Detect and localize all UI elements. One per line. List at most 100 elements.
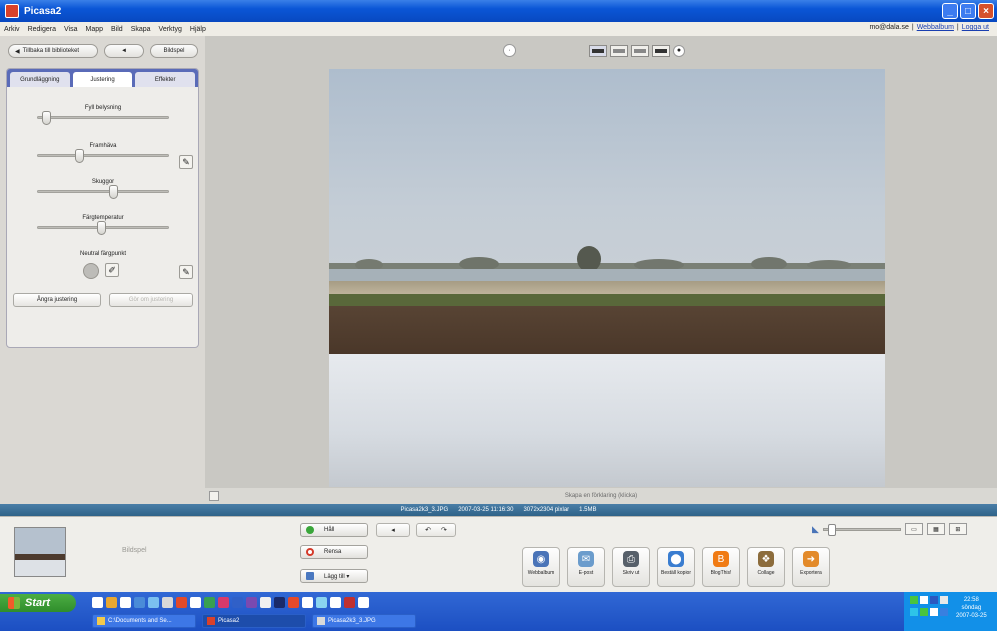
view-filmstrip-icon[interactable]: [652, 44, 670, 57]
export-icon: ➜: [803, 551, 819, 567]
redo-adjust-button[interactable]: Gör om justering: [109, 293, 193, 307]
menu-tools[interactable]: Verktyg: [155, 26, 186, 33]
ql-icon[interactable]: [274, 597, 285, 608]
back-arrow-icon: ◀: [15, 48, 20, 55]
caption-toggle-icon[interactable]: [209, 491, 219, 501]
menu-folder[interactable]: Mapp: [81, 26, 107, 33]
slider-thumb[interactable]: [109, 185, 118, 199]
ql-icon[interactable]: [120, 597, 131, 608]
ql-icon[interactable]: [134, 597, 145, 608]
ql-icon[interactable]: [92, 597, 103, 608]
next-circle-icon[interactable]: ●: [673, 44, 685, 57]
rotate-right-icon[interactable]: ↷: [441, 526, 447, 534]
ql-icon[interactable]: [190, 597, 201, 608]
web-albums-link[interactable]: Webbalbum: [917, 24, 954, 31]
start-button[interactable]: Start: [0, 594, 76, 612]
window-title: Picasa2: [24, 5, 62, 17]
action-button[interactable]: ◉ Webbalbum: [522, 547, 560, 587]
zoom-option-icon[interactable]: ⊞: [948, 523, 967, 535]
back-circle-icon[interactable]: ·: [503, 44, 516, 57]
hold-button[interactable]: Håll: [300, 523, 368, 537]
ql-icon[interactable]: [330, 597, 341, 608]
blogger-icon: B: [713, 551, 729, 567]
sign-out-link[interactable]: Logga ut: [962, 24, 989, 31]
clock[interactable]: 22:58 söndag 2007-03-25: [956, 596, 987, 620]
view-single-icon[interactable]: [589, 44, 607, 57]
action-button[interactable]: B BlogThis!: [702, 547, 740, 587]
action-button[interactable]: ✉ E-post: [567, 547, 605, 587]
ql-icon[interactable]: [176, 597, 187, 608]
view-compare-icon[interactable]: [610, 44, 628, 57]
rotate-left-icon[interactable]: ↶: [425, 526, 431, 534]
ql-icon[interactable]: [260, 597, 271, 608]
tray-icon[interactable]: [910, 608, 918, 616]
tab-tuning[interactable]: Justering: [72, 72, 133, 87]
menu-view[interactable]: Visa: [60, 26, 82, 33]
ql-icon[interactable]: [204, 597, 215, 608]
slider-thumb[interactable]: [75, 149, 84, 163]
email-icon: ✉: [578, 551, 594, 567]
photo[interactable]: [329, 69, 885, 487]
clear-button[interactable]: Rensa: [300, 545, 368, 559]
slider-thumb[interactable]: [97, 221, 106, 235]
ql-icon[interactable]: [316, 597, 327, 608]
rotate-back-button[interactable]: ◂: [376, 523, 410, 537]
color-picker-icon[interactable]: ✎: [179, 265, 193, 279]
ql-icon[interactable]: [218, 597, 229, 608]
ql-icon[interactable]: [106, 597, 117, 608]
tray-icon[interactable]: [920, 596, 928, 604]
tray-thumbnail[interactable]: [14, 527, 66, 577]
green-dot-icon: [306, 526, 314, 534]
ql-icon[interactable]: [162, 597, 173, 608]
back-to-library-button[interactable]: ◀ Tillbaka till biblioteket: [8, 44, 98, 58]
actual-size-icon[interactable]: ▦: [926, 523, 945, 535]
menu-bar: Arkiv Redigera Visa Mapp Bild Skapa Verk…: [0, 22, 997, 36]
slideshow-button[interactable]: Bildspel: [150, 44, 198, 58]
tray-icon[interactable]: [930, 596, 938, 604]
action-button[interactable]: ➜ Exportera: [792, 547, 830, 587]
highlight-picker-icon[interactable]: ✎: [179, 155, 193, 169]
menu-picture[interactable]: Bild: [107, 26, 127, 33]
ql-icon[interactable]: [232, 597, 243, 608]
ql-icon[interactable]: [288, 597, 299, 608]
ql-icon[interactable]: [148, 597, 159, 608]
tab-basic-fixes[interactable]: Grundläggning: [10, 72, 70, 87]
add-to-button[interactable]: Lägg till ▾: [300, 569, 368, 583]
undo-adjust-button[interactable]: Ångra justering: [13, 293, 101, 307]
tray-icon[interactable]: [940, 608, 948, 616]
task-explorer[interactable]: C:\Documents and Se...: [92, 614, 196, 628]
menu-file[interactable]: Arkiv: [0, 26, 24, 33]
ql-icon[interactable]: [358, 597, 369, 608]
eyedropper-icon[interactable]: ✐: [105, 263, 119, 277]
tray-icon[interactable]: [940, 596, 948, 604]
tray-icon[interactable]: [930, 608, 938, 616]
menu-create[interactable]: Skapa: [127, 26, 155, 33]
task-picasa[interactable]: Picasa2: [202, 614, 306, 628]
account-email: mo@dala.se: [869, 24, 909, 31]
slider-thumb[interactable]: [42, 111, 51, 125]
close-button[interactable]: ×: [978, 3, 994, 19]
tab-effects[interactable]: Effekter: [135, 72, 196, 87]
ql-icon[interactable]: [344, 597, 355, 608]
menu-help[interactable]: Hjälp: [186, 26, 210, 33]
view-grid-icon[interactable]: [631, 44, 649, 57]
zoom-slider[interactable]: [822, 523, 901, 536]
zoom-thumb[interactable]: [827, 523, 836, 536]
account-area: mo@dala.se | Webbalbum | Logga ut: [869, 24, 989, 31]
ql-icon[interactable]: [302, 597, 313, 608]
minimize-button[interactable]: _: [942, 3, 958, 19]
tray-icon[interactable]: [910, 596, 918, 604]
fit-icon[interactable]: ▭: [904, 523, 923, 535]
action-button[interactable]: ⬤ Beställ kopior: [657, 547, 695, 587]
tray-icon[interactable]: [920, 608, 928, 616]
maximize-button[interactable]: □: [960, 3, 976, 19]
menu-edit[interactable]: Redigera: [24, 26, 60, 33]
task-image[interactable]: Picasa2k3_3.JPG: [312, 614, 416, 628]
ql-icon[interactable]: [246, 597, 257, 608]
action-button[interactable]: ❖ Collage: [747, 547, 785, 587]
caption-placeholder[interactable]: Skapa en förklaring (klicka): [565, 493, 637, 499]
previous-button[interactable]: ◄: [104, 44, 144, 58]
caption-bar[interactable]: Skapa en förklaring (klicka): [205, 488, 997, 504]
action-button[interactable]: ⎙ Skriv ut: [612, 547, 650, 587]
photo-dimensions: 3072x2304 pixlar: [523, 507, 570, 513]
